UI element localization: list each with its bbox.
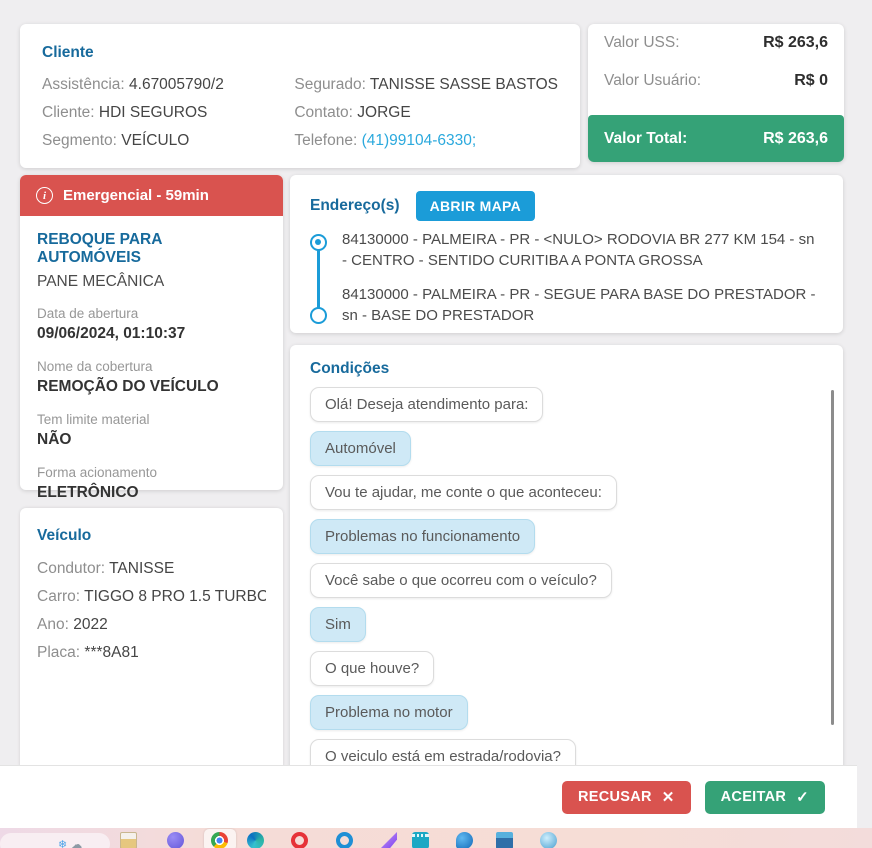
service-card: i Emergencial - 59min REBOQUE PARA AUTOM…: [20, 175, 283, 501]
chat-bubble-user: Automóvel: [310, 431, 411, 466]
chat-bubble-user: Problemas no funcionamento: [310, 519, 536, 554]
chat-bubble-user: Sim: [310, 607, 366, 642]
chrome-icon[interactable]: [211, 832, 228, 848]
vehicle-field-ano: Ano: 2022: [37, 616, 108, 633]
value-uss-row: Valor USS: R$ 263,6: [604, 34, 828, 51]
vehicle-card-title: Veículo: [37, 527, 92, 544]
vehicle-field-condutor: Condutor: TANISSE: [37, 560, 175, 577]
addresses-timeline: 84130000 - PALMEIRA - PR - <NULO> RODOVI…: [310, 229, 823, 326]
client-field-cliente: Cliente: HDI SEGUROS: [42, 104, 208, 121]
values-card: Valor USS: R$ 263,6 Valor Usuário: R$ 0 Va…: [588, 24, 844, 162]
taskbar: ❄ ☁: [0, 828, 872, 848]
client-fields-right: Segurado: TANISSE SASSE BASTOS Contato: …: [294, 71, 558, 155]
action-footer: RECUSAR ✕ ACEITAR ✓: [0, 765, 857, 828]
address-origin: 84130000 - PALMEIRA - PR - <NULO> RODOVI…: [342, 231, 815, 269]
phone-link[interactable]: (41)99104-6330;: [362, 132, 477, 149]
info-icon: i: [36, 187, 53, 204]
accept-button[interactable]: ACEITAR ✓: [704, 780, 825, 814]
chat-bubble-user: Problema no motor: [310, 695, 468, 730]
emergency-banner-label: Emergencial - 59min: [63, 187, 209, 204]
value-user-row: Valor Usuário: R$ 0: [604, 72, 828, 89]
chat-bubble-system: Você sabe o que ocorreu com o veículo?: [310, 563, 612, 598]
window-app-icon[interactable]: [496, 832, 513, 848]
client-fields-left: Assistência: 4.67005790/2 Cliente: HDI S…: [42, 71, 294, 155]
blue-bird-app-icon[interactable]: [456, 832, 473, 848]
purple-app-icon[interactable]: [167, 832, 184, 848]
client-field-segmento: Segmento: VEÍCULO: [42, 132, 190, 149]
service-detail-material-limit: Tem limite material NÃO: [37, 412, 150, 448]
chat-bubble-system: Olá! Deseja atendimento para:: [310, 387, 544, 422]
calculator-icon[interactable]: [412, 832, 429, 848]
service-body: REBOQUE PARA AUTOMÓVEIS PANE MECÂNICA Da…: [20, 216, 283, 518]
destination-marker-icon: [310, 307, 327, 324]
origin-marker-icon: [310, 234, 327, 251]
value-total-row: Valor Total: R$ 263,6: [588, 115, 844, 162]
emergency-banner: i Emergencial - 59min: [20, 175, 283, 216]
service-detail-open-date: Data de abertura 09/06/2024, 01:10:37: [37, 306, 186, 342]
chat-bubble-system: Vou te ajudar, me conte o que aconteceu:: [310, 475, 617, 510]
vehicle-field-carro: Carro: TIGGO 8 PRO 1.5 TURBO (H: [37, 588, 266, 605]
purple-cone-app-icon[interactable]: [380, 832, 397, 848]
snowflake-icon: ❄: [58, 838, 68, 848]
service-detail-activation: Forma acionamento ELETRÔNICO: [37, 465, 158, 501]
opera-icon[interactable]: [291, 832, 308, 848]
client-field-telefone: Telefone: (41)99104-6330;: [294, 132, 477, 149]
timeline-rail: [317, 245, 320, 312]
conditions-card: Condições Olá! Deseja atendimento para: …: [290, 345, 843, 770]
globe-browser-icon[interactable]: [540, 832, 557, 848]
addresses-title: Endereço(s): [310, 197, 400, 214]
weather-widget[interactable]: ❄ ☁: [0, 833, 110, 848]
address-destination: 84130000 - PALMEIRA - PR - SEGUE PARA BA…: [342, 286, 816, 324]
chat-bubble-system: O que houve?: [310, 651, 435, 686]
close-icon: ✕: [661, 789, 675, 806]
client-fields: Assistência: 4.67005790/2 Cliente: HDI S…: [42, 71, 558, 155]
client-card-title: Cliente: [42, 44, 94, 61]
service-name: REBOQUE PARA AUTOMÓVEIS: [37, 231, 162, 266]
conditions-scrollbar[interactable]: [831, 390, 834, 725]
check-icon: ✓: [796, 789, 809, 806]
blue-ring-app-icon[interactable]: [336, 832, 353, 848]
client-field-segurado: Segurado: TANISSE SASSE BASTOS: [294, 76, 558, 93]
client-card: Cliente Assistência: 4.67005790/2 Client…: [20, 24, 580, 168]
vehicle-card: Veículo Condutor: TANISSE Carro: TIGGO 8…: [20, 508, 283, 767]
edge-icon[interactable]: [247, 832, 264, 848]
decline-button[interactable]: RECUSAR ✕: [561, 780, 691, 814]
service-detail-coverage: Nome da cobertura REMOÇÃO DO VEÍCULO: [37, 359, 219, 395]
addresses-header: Endereço(s) ABRIR MAPA: [310, 191, 823, 221]
open-map-button[interactable]: ABRIR MAPA: [415, 191, 535, 221]
vehicle-field-placa: Placa: ***8A81: [37, 644, 139, 661]
client-field-contato: Contato: JORGE: [294, 104, 411, 121]
cloud-icon: ☁: [71, 838, 83, 848]
client-field-assistencia: Assistência: 4.67005790/2: [42, 76, 224, 93]
file-explorer-icon[interactable]: [120, 832, 137, 848]
service-type: PANE MECÂNICA: [37, 273, 165, 290]
addresses-card: Endereço(s) ABRIR MAPA 84130000 - PALMEI…: [290, 175, 843, 333]
conditions-title: Condições: [310, 360, 390, 377]
